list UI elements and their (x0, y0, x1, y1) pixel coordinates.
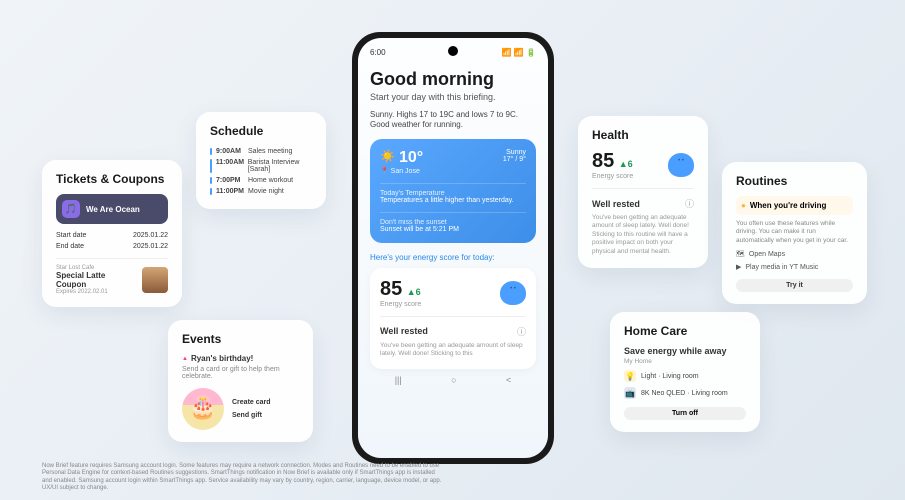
ticket-item[interactable]: 🎵 We Are Ocean (56, 194, 168, 224)
end-date-value: 2025.01.22 (133, 243, 168, 250)
schedule-list: 9:00AMSales meeting11:00AMBarista Interv… (210, 146, 312, 197)
tickets-card[interactable]: Tickets & Coupons 🎵 We Are Ocean Start d… (42, 160, 182, 307)
health-card[interactable]: Health 85 ▲6 Energy score Well rested ⓘ … (578, 116, 708, 268)
bulb-icon: 💡 (624, 370, 636, 382)
today-temp-text: Temperatures a little higher than yester… (380, 197, 526, 204)
end-date-label: End date (56, 243, 84, 250)
health-well-rested: Well rested (592, 199, 640, 209)
phone-screen[interactable]: 6:00 📶 📶 🔋 Good morning Start your day w… (358, 38, 548, 458)
routines-card[interactable]: Routines When you're driving You often u… (722, 162, 867, 304)
energy-widget[interactable]: 85 ▲6 Energy score Well rested ⓘ You've … (370, 268, 536, 369)
location: 📍 San Jose (380, 167, 423, 175)
device-tv: 📺8K Neo QLED · Living room (624, 387, 746, 399)
recent-button[interactable]: ||| (395, 375, 402, 385)
cake-icon (182, 388, 224, 430)
create-card-button[interactable]: Create card (232, 399, 271, 406)
homecare-sub: My Home (624, 358, 746, 365)
homecare-title: Home Care (624, 324, 746, 338)
back-button[interactable]: < (506, 375, 511, 385)
routine-head: When you're driving (736, 196, 853, 215)
greeting: Good morning (370, 69, 536, 90)
event-sub: Send a card or gift to help them celebra… (182, 366, 299, 380)
tv-icon: 📺 (624, 387, 636, 399)
schedule-title: Schedule (210, 124, 312, 138)
schedule-item[interactable]: 11:00PMMovie night (210, 186, 312, 197)
turn-off-button[interactable]: Turn off (624, 407, 746, 420)
tickets-title: Tickets & Coupons (56, 172, 168, 186)
maps-icon: 🗺 (736, 250, 745, 258)
health-score: 85 (592, 150, 614, 172)
greeting-sub: Start your day with this briefing. (370, 92, 536, 102)
info-icon[interactable]: ⓘ (517, 325, 526, 338)
phone-frame: 6:00 📶 📶 🔋 Good morning Start your day w… (352, 32, 554, 464)
start-date-value: 2025.01.22 (133, 232, 168, 239)
events-card[interactable]: Events Ryan's birthday! Send a card or g… (168, 320, 313, 442)
start-date-label: Start date (56, 232, 86, 239)
energy-score: 85 (380, 278, 402, 300)
ticket-icon: 🎵 (62, 200, 80, 218)
routine-desc: You often use these features while drivi… (736, 220, 853, 245)
routines-title: Routines (736, 174, 853, 188)
coupon-expiry: Expires 2022.02.01 (56, 289, 136, 295)
homecare-card[interactable]: Home Care Save energy while away My Home… (610, 312, 760, 432)
send-gift-button[interactable]: Send gift (232, 412, 271, 419)
energy-change: ▲6 (407, 287, 421, 297)
health-change: ▲6 (619, 159, 633, 169)
blob-icon (668, 153, 694, 177)
disclaimer: Now Brief feature requires Samsung accou… (42, 463, 442, 492)
weather-summary: Sunny. Highs 17 to 19C and lows 7 to 9C.… (370, 110, 536, 131)
condition: Sunny (503, 149, 526, 156)
play-icon: ▶ (736, 263, 741, 271)
nav-bar: ||| ○ < (370, 375, 536, 385)
temperature: 10° (399, 149, 423, 167)
device-light: 💡Light · Living room (624, 370, 746, 382)
coupon-name: Special Latte Coupon (56, 271, 136, 289)
health-desc: You've been getting an adequate amount o… (592, 214, 694, 256)
status-icons: 📶 📶 🔋 (502, 48, 536, 57)
routine-item-maps: 🗺Open Maps (736, 250, 853, 258)
schedule-item[interactable]: 7:00PMHome workout (210, 175, 312, 186)
schedule-item[interactable]: 9:00AMSales meeting (210, 146, 312, 157)
energy-sub: Energy score (380, 301, 421, 308)
energy-desc: You've been getting an adequate amount o… (380, 342, 526, 359)
weather-widget[interactable]: ☀️ 10° 📍 San Jose Sunny 17° / 9° Today's … (370, 139, 536, 243)
schedule-card[interactable]: Schedule 9:00AMSales meeting11:00AMBaris… (196, 112, 326, 209)
events-title: Events (182, 332, 299, 346)
sun-icon: ☀️ (380, 149, 395, 163)
well-rested-label: Well rested (380, 326, 428, 336)
energy-intro: Here's your energy score for today: (370, 253, 536, 262)
today-temp-label: Today's Temperature (380, 190, 526, 197)
routine-item-music: ▶Play media in YT Music (736, 263, 853, 271)
coupon-image (142, 267, 168, 293)
homecare-headline: Save energy while away (624, 346, 746, 356)
ticket-name: We Are Ocean (86, 205, 140, 214)
info-icon[interactable]: ⓘ (685, 197, 694, 210)
blob-icon (500, 281, 526, 305)
sunset-text: Sunset will be at 5:21 PM (380, 226, 526, 233)
home-button[interactable]: ○ (451, 375, 456, 385)
event-headline: Ryan's birthday! (182, 354, 299, 363)
temp-range: 17° / 9° (503, 156, 526, 163)
health-title: Health (592, 128, 694, 142)
try-it-button[interactable]: Try it (736, 279, 853, 292)
schedule-item[interactable]: 11:00AMBarista Interview [Sarah] (210, 157, 312, 175)
sunset-label: Don't miss the sunset (380, 219, 526, 226)
coupon-item[interactable]: Star Lost Cafe Special Latte Coupon Expi… (56, 258, 168, 295)
camera-notch (448, 46, 458, 56)
clock: 6:00 (370, 48, 386, 57)
health-sub: Energy score (592, 173, 633, 180)
